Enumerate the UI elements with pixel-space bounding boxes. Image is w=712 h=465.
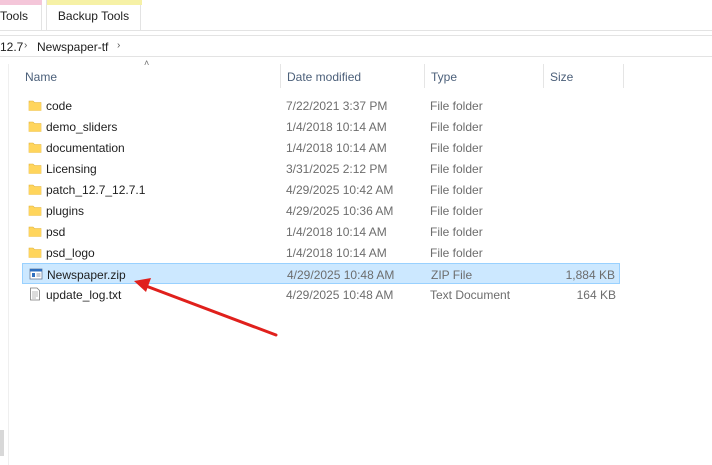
file-date-modified: 1/4/2018 10:14 AM	[286, 141, 387, 155]
folder-icon	[28, 121, 42, 132]
file-size: 164 KB	[576, 288, 616, 302]
file-type: File folder	[430, 225, 483, 239]
file-type: File folder	[430, 204, 483, 218]
file-name: plugins	[46, 204, 85, 218]
scrollbar-thumb[interactable]	[0, 430, 4, 456]
folder-icon	[28, 247, 42, 258]
tab-tools[interactable]: Tools	[0, 0, 42, 30]
file-row[interactable]: documentation 1/4/2018 10:14 AM File folde…	[22, 137, 620, 158]
file-row[interactable]: update_log.txt 4/29/2025 10:48 AM Text Doc…	[22, 284, 620, 305]
file-name: code	[46, 99, 73, 113]
file-row[interactable]: patch_12.7_12.7.1 4/29/2025 10:42 AM File …	[22, 179, 620, 200]
breadcrumb-item-version[interactable]: 12.7	[0, 40, 23, 54]
file-date-modified: 4/29/2025 10:36 AM	[286, 204, 394, 218]
file-row[interactable]: psd_logo 1/4/2018 10:14 AM File folder	[22, 242, 620, 263]
file-name: documentation	[46, 141, 125, 155]
file-date-modified: 1/4/2018 10:14 AM	[286, 225, 387, 239]
file-row[interactable]: Licensing 3/31/2025 2:12 PM File folder	[22, 158, 620, 179]
file-type: File folder	[430, 246, 483, 260]
breadcrumb-item-current[interactable]: Newspaper-tf	[37, 40, 108, 54]
column-header-name[interactable]: Name	[19, 64, 281, 88]
file-date-modified: 4/29/2025 10:48 AM	[287, 268, 395, 282]
folder-icon	[28, 205, 42, 216]
file-row[interactable]: code 7/22/2021 3:37 PM File folder	[22, 95, 620, 116]
tab-backup-tools[interactable]: Backup Tools	[46, 0, 142, 30]
column-header-date[interactable]: Date modified	[281, 64, 425, 88]
folder-icon	[28, 226, 42, 237]
file-name: psd_logo	[46, 246, 95, 260]
file-type: File folder	[430, 183, 483, 197]
tab-backup-tools-label: Backup Tools	[57, 9, 130, 23]
file-name: patch_12.7_12.7.1	[46, 183, 146, 197]
breadcrumb[interactable]: 12.7 › Newspaper-tf ›	[0, 35, 712, 57]
file-date-modified: 3/31/2025 2:12 PM	[286, 162, 388, 176]
file-name: Licensing	[46, 162, 97, 176]
folder-icon	[28, 100, 42, 111]
file-type: Text Document	[430, 288, 511, 302]
text-file-icon	[30, 287, 40, 301]
file-date-modified: 7/22/2021 3:37 PM	[286, 99, 388, 113]
file-size: 1,884 KB	[565, 268, 615, 282]
column-header-size-label: Size	[550, 70, 574, 84]
chevron-right-icon[interactable]: ›	[24, 40, 27, 51]
file-date-modified: 4/29/2025 10:42 AM	[286, 183, 394, 197]
file-type: File folder	[430, 99, 483, 113]
column-header-type[interactable]: Type	[425, 64, 544, 88]
folder-icon	[28, 184, 42, 195]
column-header-size[interactable]: Size	[544, 64, 624, 88]
zip-file-icon	[29, 268, 43, 280]
file-name: Newspaper.zip	[47, 268, 126, 282]
column-header-name-label: Name	[25, 70, 58, 84]
file-type: File folder	[430, 162, 483, 176]
navigation-pane-edge	[0, 64, 9, 465]
ribbon-tab-strip: Tools Backup Tools	[0, 0, 712, 31]
column-header-type-label: Type	[431, 70, 458, 84]
file-type: ZIP File	[431, 268, 473, 282]
file-name: psd	[46, 225, 66, 239]
file-date-modified: 4/29/2025 10:48 AM	[286, 288, 394, 302]
file-row[interactable]: plugins 4/29/2025 10:36 AM File folder	[22, 200, 620, 221]
chevron-right-icon[interactable]: ›	[117, 40, 120, 51]
file-date-modified: 1/4/2018 10:14 AM	[286, 120, 387, 134]
file-name: update_log.txt	[46, 288, 122, 302]
folder-icon	[28, 142, 42, 153]
file-row[interactable]: demo_sliders 1/4/2018 10:14 AM File folder	[22, 116, 620, 137]
file-row[interactable]: Newspaper.zip 4/29/2025 10:48 AM ZIP File 1…	[22, 263, 620, 284]
tab-tools-label: Tools	[0, 9, 29, 23]
folder-icon	[28, 163, 42, 174]
file-name: demo_sliders	[46, 120, 118, 134]
file-date-modified: 1/4/2018 10:14 AM	[286, 246, 387, 260]
file-row[interactable]: psd 1/4/2018 10:14 AM File folder	[22, 221, 620, 242]
column-header-date-label: Date modified	[287, 70, 362, 84]
file-type: File folder	[430, 141, 483, 155]
file-type: File folder	[430, 120, 483, 134]
